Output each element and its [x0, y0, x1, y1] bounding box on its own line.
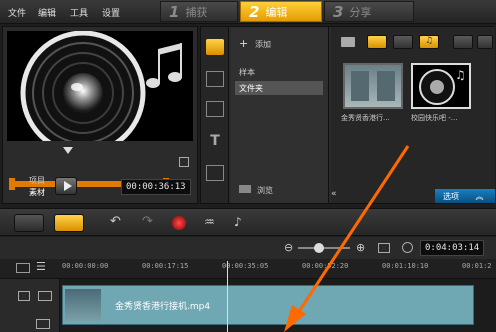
annotation-arrow — [284, 145, 410, 332]
